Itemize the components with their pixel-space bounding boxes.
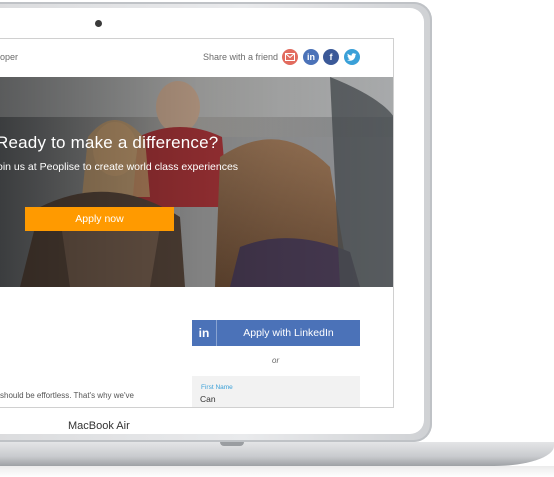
first-name-field-group: First Name: [192, 376, 360, 407]
stage: oper Share with a friend in f Ready to m…: [0, 0, 554, 477]
facebook-share-icon[interactable]: f: [323, 49, 339, 65]
linkedin-button-label: Apply with LinkedIn: [243, 327, 334, 339]
hero-banner: Ready to make a difference? oin us at Pe…: [0, 77, 393, 287]
first-name-input[interactable]: [200, 393, 350, 405]
facebook-glyph: f: [329, 52, 333, 62]
camera-icon: [95, 20, 102, 27]
top-bar: oper Share with a friend in f: [0, 39, 393, 77]
linkedin-share-icon[interactable]: in: [303, 49, 319, 65]
laptop-shadow: [0, 466, 554, 477]
share-label: Share with a friend: [203, 52, 279, 62]
email-share-icon[interactable]: [282, 49, 298, 65]
intro-paragraph: should be effortless. That's why we've: [0, 391, 134, 400]
logo-text[interactable]: oper: [0, 52, 18, 62]
application-section: in Apply with LinkedIn or should be effo…: [0, 287, 393, 407]
or-separator: or: [272, 356, 280, 365]
twitter-share-icon[interactable]: [344, 49, 360, 65]
bird-glyph: [347, 52, 357, 61]
envelope-glyph: [285, 53, 295, 61]
laptop-notch: [220, 442, 244, 446]
device-brand-label: MacBook Air: [68, 420, 130, 432]
apply-now-button[interactable]: Apply now: [25, 207, 174, 231]
hero-overlay: [0, 77, 393, 287]
hero-title: Ready to make a difference?: [0, 133, 219, 152]
laptop-base: [0, 442, 554, 466]
apply-with-linkedin-button[interactable]: in Apply with LinkedIn: [192, 320, 360, 346]
linkedin-icon: in: [192, 320, 217, 346]
linkedin-glyph: in: [307, 52, 315, 62]
first-name-label: First Name: [201, 384, 233, 391]
browser-screen: oper Share with a friend in f Ready to m…: [0, 38, 394, 408]
hero-subtitle: oin us at Peoplise to create world class…: [0, 161, 239, 173]
